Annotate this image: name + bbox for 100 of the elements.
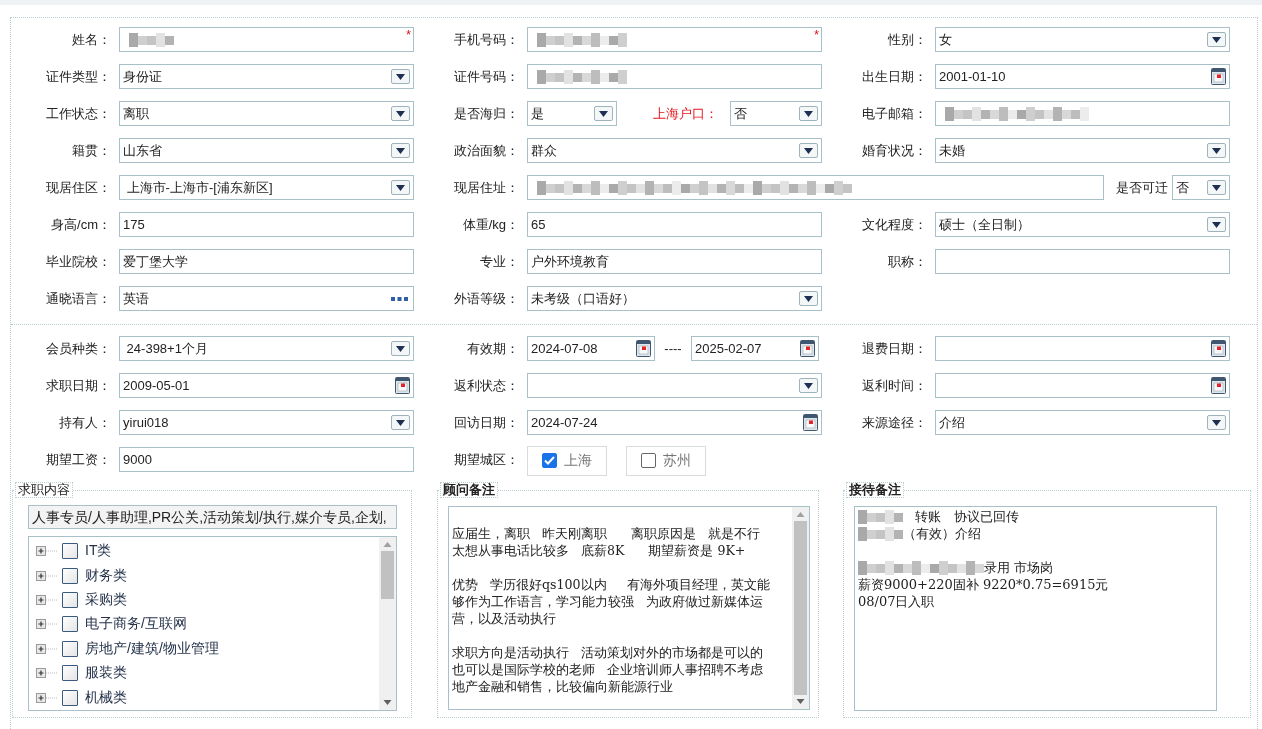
input-field[interactable] (527, 175, 1104, 200)
scrollbar[interactable] (379, 537, 396, 710)
field-label: 退费日期： (861, 339, 927, 358)
select-field[interactable]: 上海市-上海市-[浦东新区] (119, 175, 414, 200)
expand-icon[interactable] (36, 618, 58, 631)
expand-icon[interactable] (36, 569, 58, 582)
checkmark-icon (544, 456, 555, 465)
range-separator: ---- (663, 341, 683, 356)
lookup-field[interactable]: 英语 (119, 286, 414, 311)
calendar-icon[interactable] (1211, 68, 1226, 85)
expand-icon[interactable] (36, 642, 58, 655)
field-label: 期望城区： (453, 450, 519, 469)
select-field[interactable]: 离职 (119, 101, 414, 126)
field-label: 返利时间： (861, 376, 927, 395)
date-field[interactable]: 2024-07-24 (527, 410, 822, 435)
field-label: 持有人： (58, 413, 111, 432)
tree-item[interactable]: 服装类 (36, 660, 379, 686)
checkbox[interactable] (62, 543, 78, 560)
date-field[interactable]: 2009-05-01 (119, 373, 414, 398)
field-label: 证件类型： (45, 67, 111, 86)
select-field[interactable]: 未婚 (935, 138, 1230, 163)
field-label: 求职日期： (45, 376, 111, 395)
select-field[interactable] (527, 373, 822, 398)
calendar-icon[interactable] (636, 340, 651, 357)
input-field[interactable] (527, 64, 822, 89)
field-label: 证件号码： (453, 67, 519, 86)
input-field[interactable]: 户外环境教育 (527, 249, 822, 274)
input-field[interactable] (935, 101, 1230, 126)
notes-textarea[interactable]: 转账 协议已回传 （有效）介绍 录用 市场岗 薪资9000+220固补 9220*0.75=6915元 08/07日入职 (854, 506, 1217, 711)
expand-icon[interactable] (36, 667, 58, 680)
scrollbar[interactable] (792, 507, 809, 709)
select-field[interactable]: 未考级（口语好） (527, 286, 822, 311)
field-label: 体重/kg： (461, 215, 519, 234)
city-checkbox[interactable]: 苏州 (626, 445, 706, 476)
select-field[interactable]: 否 (730, 101, 822, 126)
checkbox[interactable] (62, 567, 78, 584)
input-field[interactable]: 爱丁堡大学 (119, 249, 414, 274)
date-field[interactable] (935, 373, 1230, 398)
scroll-thumb[interactable] (794, 521, 807, 695)
field-label: 是否海归： (453, 104, 519, 123)
tree-item[interactable]: 电子商务/互联网 (36, 612, 379, 637)
select-field[interactable]: 介绍 (935, 410, 1230, 435)
more-icon[interactable] (391, 296, 408, 301)
select-field[interactable]: 群众 (527, 138, 822, 163)
calendar-icon[interactable] (1211, 377, 1226, 394)
date-field[interactable]: 2001-01-10 (935, 64, 1230, 89)
field-label: 文化程度： (861, 215, 927, 234)
field-label: 回访日期： (453, 413, 519, 432)
select-field[interactable]: 硕士（全日制） (935, 212, 1230, 237)
select-field[interactable]: 山东省 (119, 138, 414, 163)
field-label: 是否可迁 (1116, 178, 1168, 197)
input-field[interactable]: 9000 (119, 447, 414, 472)
date-field[interactable]: 2025-02-07 (691, 336, 819, 361)
field-label: 外语等级： (453, 289, 519, 308)
field-label: 来源途径： (861, 413, 927, 432)
tree-item[interactable]: IT类 (36, 539, 379, 564)
expand-icon[interactable] (36, 691, 58, 704)
field-label: 专业： (479, 252, 519, 271)
select-field[interactable]: yirui018 (119, 410, 414, 435)
input-field[interactable] (935, 249, 1230, 274)
field-label: 婚育状况： (861, 141, 927, 160)
expand-icon[interactable] (36, 545, 58, 558)
field-label: 手机号码： (453, 30, 519, 49)
panel-title: 求职内容 (15, 482, 73, 498)
select-field[interactable]: 否 (1172, 175, 1230, 200)
input-field[interactable]: 65 (527, 212, 822, 237)
expand-icon[interactable] (36, 593, 58, 606)
tree-item[interactable]: 房地产/建筑/物业管理 (36, 636, 379, 661)
select-field[interactable]: 身份证 (119, 64, 414, 89)
scroll-thumb[interactable] (381, 551, 394, 599)
tree-item[interactable]: 机械类 (36, 685, 379, 710)
field-label: 籍贯： (71, 141, 111, 160)
field-label: 性别： (887, 30, 927, 49)
checkbox[interactable] (62, 689, 78, 706)
city-checkbox[interactable]: 上海 (527, 445, 607, 476)
checkbox[interactable] (62, 616, 78, 633)
calendar-icon[interactable] (395, 377, 410, 394)
select-field[interactable]: 是 (527, 101, 617, 126)
notes-textarea[interactable]: 应届生，离职 昨天刚离职 离职原因是 就是不行 太想从事电话比较多 底薪8K 期望薪资是 9K+ 优势 学历很好qs100以内 有海外项目经理，英文能 够作为工作语言，学习能力较强 为政府做过新媒体运 营，以及活动执行 求职方向是活动执行 活动策划对外的市场都是可以的 也可以是国际学校的老师 企业培训师人事招聘不考虑 地产金融和销售，比较偏向新能源行业 (448, 506, 810, 710)
calendar-icon[interactable] (803, 414, 818, 431)
date-field[interactable] (935, 336, 1230, 361)
job-summary-field[interactable]: 人事专员/人事助理,PR公关,活动策划/执行,媒介专员,企划, (28, 505, 397, 529)
checkbox[interactable] (62, 665, 78, 682)
calendar-icon[interactable] (800, 340, 815, 357)
calendar-icon[interactable] (1211, 340, 1226, 357)
field-label: 现居住址： (453, 178, 519, 197)
field-label: 身高/cm： (50, 215, 111, 234)
input-field[interactable]: * (527, 27, 822, 52)
tree-item[interactable]: 采购类 (36, 587, 379, 613)
checkbox[interactable] (62, 640, 78, 657)
select-field[interactable]: 24-398+1个月 (119, 336, 414, 361)
select-field[interactable]: 女 (935, 27, 1230, 52)
checkbox[interactable] (62, 591, 78, 608)
field-label: 有效期： (466, 339, 519, 358)
input-field[interactable]: * (119, 27, 414, 52)
date-field[interactable]: 2024-07-08 (527, 336, 655, 361)
tree-item[interactable]: 财务类 (36, 563, 379, 588)
field-label: 会员种类： (45, 339, 111, 358)
input-field[interactable]: 175 (119, 212, 414, 237)
field-label: 期望工资： (45, 450, 111, 469)
